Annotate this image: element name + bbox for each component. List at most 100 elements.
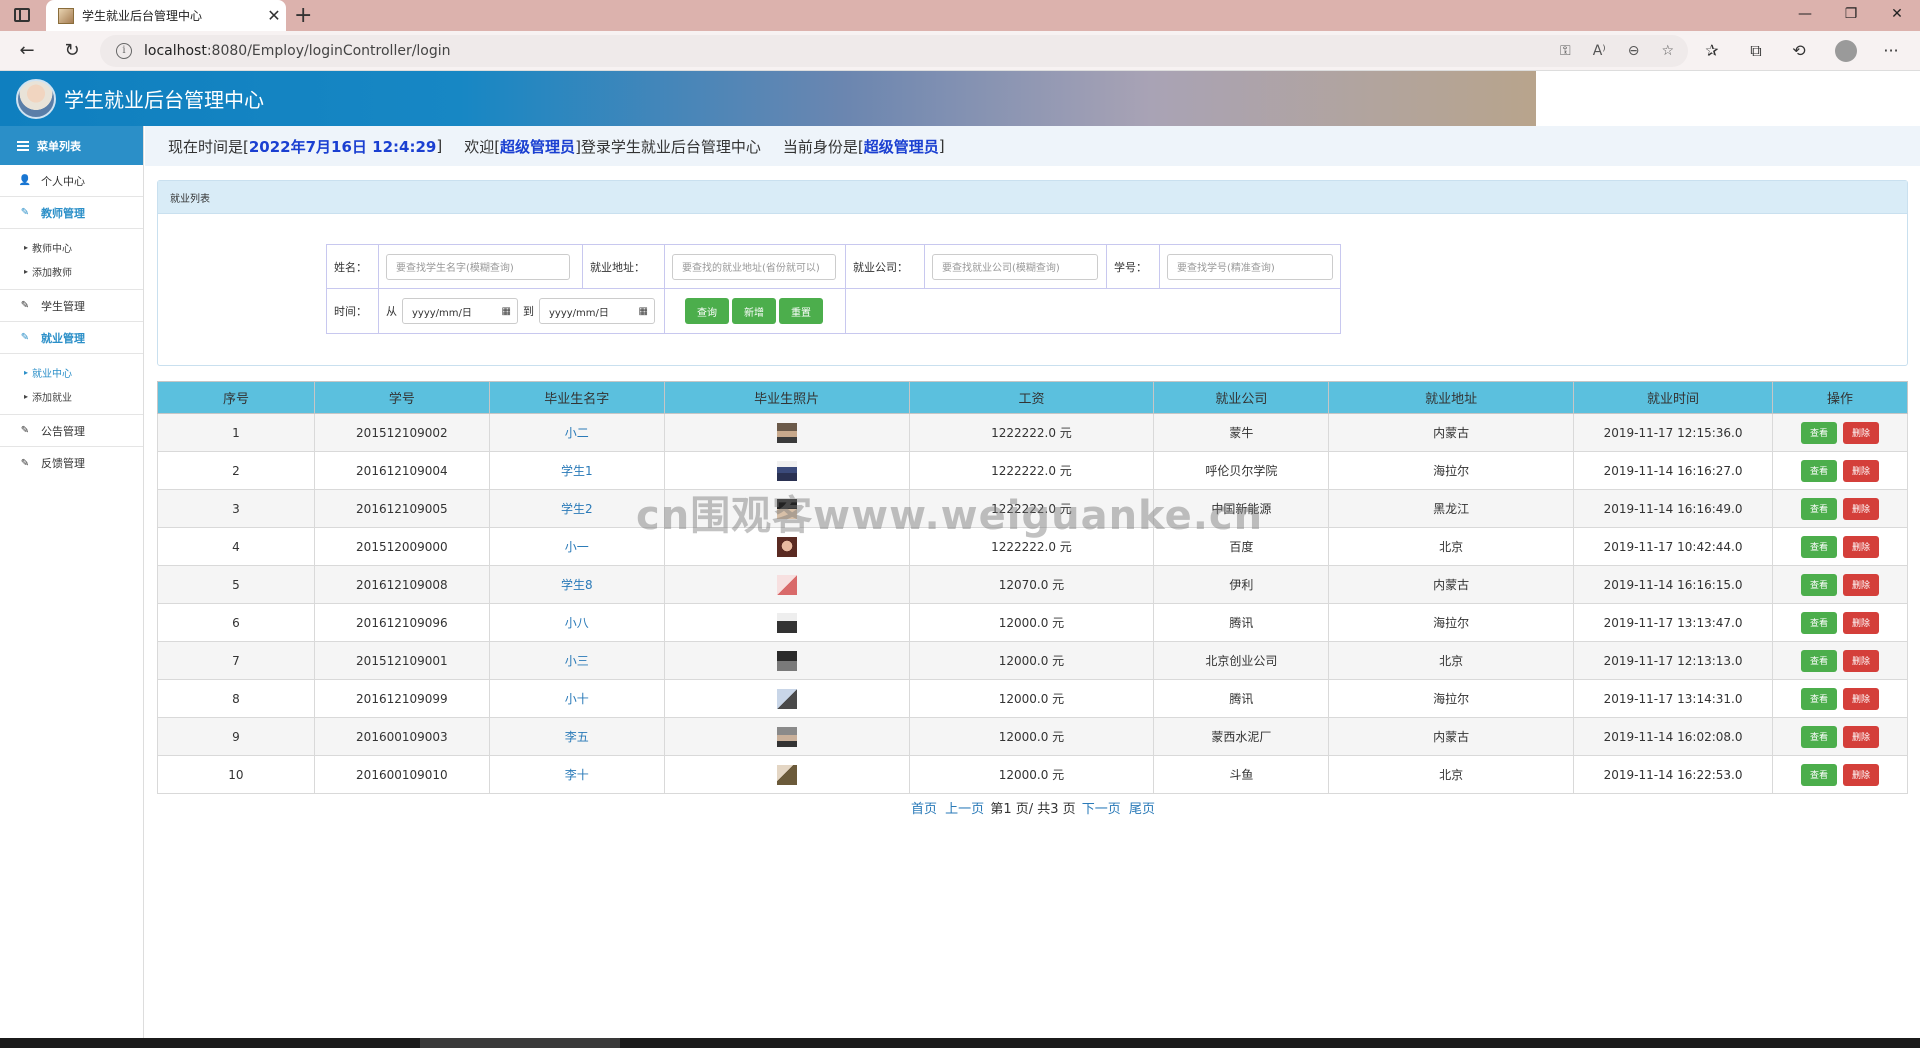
url-text[interactable]: localhost:8080/Employ/loginController/lo… — [144, 43, 451, 59]
sidebar-subitem-add-employment[interactable]: 添加就业 — [24, 384, 143, 408]
cell-name: 李五 — [488, 717, 665, 756]
sidebar-subitem-add-teacher[interactable]: 添加教师 — [24, 259, 143, 283]
more-menu-icon[interactable]: ··· — [1880, 41, 1902, 60]
delete-button[interactable]: 删除 — [1842, 535, 1879, 558]
first-page-link[interactable]: 首页 — [911, 802, 937, 817]
address-bar[interactable]: i localhost:8080/Employ/loginController/… — [100, 35, 1688, 67]
graduate-name-link[interactable]: 小八 — [565, 616, 589, 630]
favorites-icon[interactable]: ✰ — [1701, 41, 1723, 60]
graduate-name-link[interactable]: 小十 — [565, 692, 589, 706]
sidebar-item-profile[interactable]: 👤 个人中心 — [0, 165, 143, 197]
sidebar-item-employment[interactable]: ✎ 就业管理 — [0, 322, 143, 354]
cell-index: 7 — [157, 641, 315, 680]
sidebar-subitem-teacher-center[interactable]: 教师中心 — [24, 235, 143, 259]
student-id-search-input[interactable]: 要查找学号(精准查询) — [1167, 253, 1333, 280]
view-button[interactable]: 查看 — [1800, 535, 1837, 558]
graduate-name-link[interactable]: 学生8 — [561, 578, 593, 592]
add-favorite-icon[interactable]: ☆ — [1661, 43, 1674, 59]
address-search-input[interactable]: 要查找的就业地址(省份就可以) — [672, 253, 836, 280]
delete-button[interactable]: 删除 — [1842, 763, 1879, 786]
graduate-photo — [776, 460, 797, 481]
minimize-icon[interactable]: — — [1790, 6, 1820, 22]
profile-avatar-icon[interactable] — [1835, 40, 1857, 62]
graduate-name-link[interactable]: 学生1 — [561, 464, 593, 478]
cell-salary: 12000.0 元 — [908, 755, 1155, 794]
graduate-photo — [776, 612, 797, 633]
delete-button[interactable]: 删除 — [1842, 459, 1879, 482]
close-tab-icon[interactable]: ✕ — [262, 6, 286, 25]
reset-button[interactable]: 重置 — [779, 298, 823, 324]
prev-page-link[interactable]: 上一页 — [945, 802, 984, 817]
cell-time: 2019-11-17 12:13:13.0 — [1573, 641, 1773, 680]
cell-address: 海拉尔 — [1328, 603, 1575, 642]
sidebar-subitem-employment-center[interactable]: 就业中心 — [24, 360, 143, 384]
view-button[interactable]: 查看 — [1800, 649, 1837, 672]
graduate-name-link[interactable]: 小二 — [565, 426, 589, 440]
delete-button[interactable]: 删除 — [1842, 573, 1879, 596]
view-button[interactable]: 查看 — [1800, 687, 1837, 710]
date-to-input[interactable]: yyyy/mm/日 ▦ — [539, 298, 655, 324]
delete-button[interactable]: 删除 — [1842, 497, 1879, 520]
graduate-name-link[interactable]: 李十 — [565, 768, 589, 782]
name-search-input[interactable]: 要查找学生名字(模糊查询) — [386, 253, 570, 280]
cell-student-id: 201612109005 — [313, 489, 490, 528]
view-button[interactable]: 查看 — [1800, 573, 1837, 596]
calendar-icon[interactable]: ▦ — [502, 306, 511, 317]
cell-address: 内蒙古 — [1328, 413, 1575, 452]
next-page-link[interactable]: 下一页 — [1082, 802, 1121, 817]
last-page-link[interactable]: 尾页 — [1129, 802, 1155, 817]
history-icon[interactable]: ⟲ — [1788, 41, 1810, 60]
collections-icon[interactable]: ⧉ — [1745, 41, 1767, 61]
company-search-input[interactable]: 要查找就业公司(模糊查询) — [932, 253, 1098, 280]
cell-actions: 查看 删除 — [1771, 755, 1909, 794]
query-button[interactable]: 查询 — [685, 298, 729, 324]
read-aloud-icon[interactable]: A⁾ — [1593, 43, 1606, 59]
view-button[interactable]: 查看 — [1800, 459, 1837, 482]
graduate-name-link[interactable]: 小三 — [565, 654, 589, 668]
delete-button[interactable]: 删除 — [1842, 611, 1879, 634]
delete-button[interactable]: 删除 — [1842, 725, 1879, 748]
cell-time: 2019-11-17 13:13:47.0 — [1573, 603, 1773, 642]
sidebar-item-teachers[interactable]: ✎ 教师管理 — [0, 197, 143, 229]
calendar-icon[interactable]: ▦ — [639, 306, 648, 317]
close-window-icon[interactable]: ✕ — [1882, 6, 1912, 22]
pagination: 首页 上一页 第1 页/ 共3 页 下一页 尾页 — [0, 798, 1920, 817]
graduate-name-link[interactable]: 小一 — [565, 540, 589, 554]
cell-time: 2019-11-17 12:15:36.0 — [1573, 413, 1773, 452]
role-suffix: ] — [938, 137, 945, 155]
cell-company: 斗鱼 — [1153, 755, 1330, 794]
delete-button[interactable]: 删除 — [1842, 421, 1879, 444]
zoom-icon[interactable]: ⊖ — [1628, 43, 1640, 59]
view-button[interactable]: 查看 — [1800, 421, 1837, 444]
browser-tab-bar: 学生就业后台管理中心 ✕ + — ❐ ✕ — [0, 0, 1920, 31]
add-button[interactable]: 新增 — [732, 298, 776, 324]
sidebar-item-label: 反馈管理 — [41, 457, 85, 470]
reload-icon[interactable]: ↻ — [61, 40, 83, 61]
sidebar-item-students[interactable]: ✎ 学生管理 — [0, 290, 143, 322]
password-key-icon[interactable]: ⚿ — [1560, 43, 1571, 59]
site-info-icon[interactable]: i — [116, 43, 132, 59]
cell-name: 小八 — [488, 603, 665, 642]
graduate-name-link[interactable]: 李五 — [565, 730, 589, 744]
tab-actions-icon[interactable] — [14, 8, 30, 22]
cell-student-id: 201612109099 — [313, 679, 490, 718]
cell-actions: 查看 删除 — [1771, 489, 1909, 528]
sidebar-item-notices[interactable]: ✎ 公告管理 — [0, 415, 143, 447]
view-button[interactable]: 查看 — [1800, 763, 1837, 786]
back-icon[interactable]: ← — [16, 40, 38, 61]
cell-student-id: 201512009000 — [313, 527, 490, 566]
view-button[interactable]: 查看 — [1800, 611, 1837, 634]
delete-button[interactable]: 删除 — [1842, 649, 1879, 672]
restore-icon[interactable]: ❐ — [1836, 6, 1866, 22]
sidebar-item-label: 就业管理 — [41, 331, 85, 345]
app-header: 学生就业后台管理中心 — [0, 71, 1536, 126]
sidebar-item-feedback[interactable]: ✎ 反馈管理 — [0, 447, 143, 479]
delete-button[interactable]: 删除 — [1842, 687, 1879, 710]
view-button[interactable]: 查看 — [1800, 497, 1837, 520]
view-button[interactable]: 查看 — [1800, 725, 1837, 748]
date-from-input[interactable]: yyyy/mm/日 ▦ — [402, 298, 518, 324]
browser-tab[interactable]: 学生就业后台管理中心 ✕ — [46, 0, 286, 31]
cell-index: 8 — [157, 679, 315, 718]
graduate-name-link[interactable]: 学生2 — [561, 502, 593, 516]
new-tab-icon[interactable]: + — [294, 3, 312, 28]
